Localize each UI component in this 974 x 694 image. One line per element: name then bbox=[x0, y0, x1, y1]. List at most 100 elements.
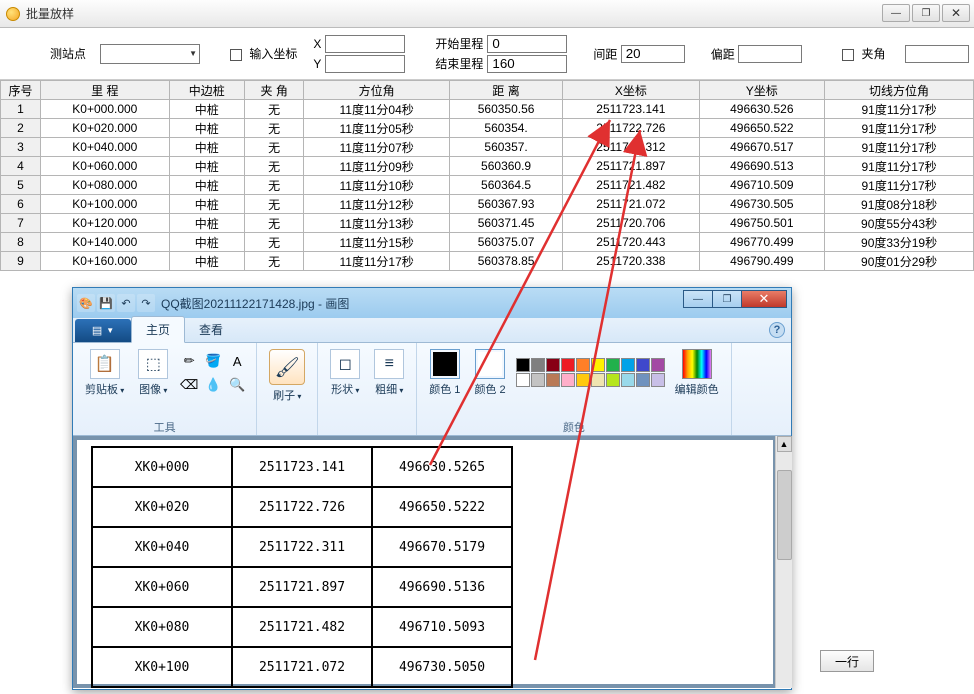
color-swatch[interactable] bbox=[621, 373, 635, 387]
color-swatch[interactable] bbox=[516, 373, 530, 387]
maximize-button[interactable]: ❐ bbox=[912, 4, 940, 22]
column-header[interactable]: 切线方位角 bbox=[825, 81, 974, 100]
cell: XK0+080 bbox=[92, 607, 232, 647]
paint-maximize-button[interactable]: ❐ bbox=[712, 290, 742, 308]
cell: 无 bbox=[244, 195, 303, 214]
file-menu[interactable]: ▤ bbox=[75, 319, 131, 342]
canvas[interactable]: XK0+0002511723.141496630.5265XK0+0202511… bbox=[77, 440, 773, 684]
color-swatch[interactable] bbox=[561, 358, 575, 372]
color-swatch[interactable] bbox=[546, 373, 560, 387]
color-swatch[interactable] bbox=[621, 358, 635, 372]
cell: 11度11分04秒 bbox=[304, 100, 450, 119]
text-icon[interactable]: A bbox=[226, 350, 248, 372]
color-swatch[interactable] bbox=[636, 373, 650, 387]
color-swatch[interactable] bbox=[531, 373, 545, 387]
input-coord-checkbox[interactable] bbox=[230, 49, 242, 61]
include-angle-checkbox[interactable] bbox=[842, 49, 854, 61]
table-row[interactable]: 5K0+080.000中桩无11度11分10秒560364.52511721.4… bbox=[1, 176, 974, 195]
color-swatch[interactable] bbox=[531, 358, 545, 372]
color-swatch[interactable] bbox=[591, 358, 605, 372]
redo-icon[interactable]: ↷ bbox=[137, 294, 155, 312]
select-icon: ⬚ bbox=[138, 349, 168, 379]
spacing-input[interactable] bbox=[621, 45, 685, 63]
eraser-icon[interactable]: ⌫ bbox=[178, 374, 200, 396]
paint-minimize-button[interactable]: — bbox=[683, 290, 713, 308]
help-icon[interactable]: ? bbox=[769, 322, 785, 338]
color-swatch[interactable] bbox=[516, 358, 530, 372]
column-header[interactable]: 方位角 bbox=[304, 81, 450, 100]
paint-window: 🎨 💾 ↶ ↷ QQ截图20211122171428.jpg - 画图 — ❐ … bbox=[72, 287, 792, 690]
cell: 无 bbox=[244, 138, 303, 157]
one-row-button[interactable]: 一行 bbox=[820, 650, 874, 672]
scroll-up-icon[interactable]: ▲ bbox=[777, 436, 792, 452]
clipboard-button[interactable]: 📋 剪贴板 bbox=[81, 347, 128, 399]
cell: 中桩 bbox=[169, 252, 244, 271]
column-header[interactable]: 夹 角 bbox=[244, 81, 303, 100]
fill-icon[interactable]: 🪣 bbox=[202, 350, 224, 372]
table-row[interactable]: 8K0+140.000中桩无11度11分15秒560375.072511720.… bbox=[1, 233, 974, 252]
paint-vertical-scrollbar[interactable]: ▲ bbox=[775, 436, 792, 688]
cell: 8 bbox=[1, 233, 41, 252]
image-button[interactable]: ⬚ 图像 bbox=[134, 347, 172, 399]
close-button[interactable]: ✕ bbox=[942, 4, 970, 22]
tab-home[interactable]: 主页 bbox=[131, 316, 185, 343]
paint-app-icon: 🎨 bbox=[77, 294, 95, 312]
color-swatch[interactable] bbox=[561, 373, 575, 387]
color-swatch[interactable] bbox=[606, 373, 620, 387]
table-row[interactable]: 1K0+000.000中桩无11度11分04秒560350.562511723.… bbox=[1, 100, 974, 119]
color-swatch[interactable] bbox=[576, 373, 590, 387]
minimize-button[interactable]: — bbox=[882, 4, 910, 22]
save-icon[interactable]: 💾 bbox=[97, 294, 115, 312]
thickness-button[interactable]: ≡ 粗细 bbox=[370, 347, 408, 399]
color-swatch[interactable] bbox=[576, 358, 590, 372]
include-angle-input[interactable] bbox=[905, 45, 969, 63]
column-header[interactable]: 中边桩 bbox=[169, 81, 244, 100]
cell: 560375.07 bbox=[449, 233, 562, 252]
picker-icon[interactable]: 💧 bbox=[202, 374, 224, 396]
cell: 496730.5050 bbox=[372, 647, 512, 687]
scroll-thumb[interactable] bbox=[777, 470, 792, 560]
end-mileage-input[interactable] bbox=[487, 55, 567, 73]
pencil-icon[interactable]: ✏ bbox=[178, 350, 200, 372]
cell: 496790.499 bbox=[699, 252, 825, 271]
shapes-button[interactable]: ◻ 形状 bbox=[326, 347, 364, 399]
cell: 无 bbox=[244, 233, 303, 252]
edit-colors-button[interactable]: 编辑颜色 bbox=[671, 347, 723, 399]
color-swatch[interactable] bbox=[636, 358, 650, 372]
offset-input[interactable] bbox=[738, 45, 802, 63]
y-input[interactable] bbox=[325, 55, 405, 73]
table-row[interactable]: 3K0+040.000中桩无11度11分07秒560357.2511722.31… bbox=[1, 138, 974, 157]
file-menu-icon: ▤ bbox=[92, 324, 102, 337]
undo-icon[interactable]: ↶ bbox=[117, 294, 135, 312]
paint-close-button[interactable]: ✕ bbox=[741, 290, 787, 308]
color2-button[interactable]: 颜色 2 bbox=[470, 347, 509, 399]
column-header[interactable]: 距 离 bbox=[449, 81, 562, 100]
x-input[interactable] bbox=[325, 35, 405, 53]
brush-button[interactable]: 🖌 刷子 bbox=[265, 347, 309, 405]
color-swatch[interactable] bbox=[651, 373, 665, 387]
column-header[interactable]: 序号 bbox=[1, 81, 41, 100]
color1-button[interactable]: 颜色 1 bbox=[425, 347, 464, 399]
column-header[interactable]: Y坐标 bbox=[699, 81, 825, 100]
start-mileage-input[interactable] bbox=[487, 35, 567, 53]
column-header[interactable]: 里 程 bbox=[41, 81, 170, 100]
station-dropdown[interactable] bbox=[100, 44, 200, 64]
cell: 560360.9 bbox=[449, 157, 562, 176]
color-swatch[interactable] bbox=[546, 358, 560, 372]
color-swatch[interactable] bbox=[606, 358, 620, 372]
tab-view[interactable]: 查看 bbox=[185, 317, 237, 342]
zoom-icon[interactable]: 🔍 bbox=[226, 374, 248, 396]
cell: 中桩 bbox=[169, 100, 244, 119]
column-header[interactable]: X坐标 bbox=[563, 81, 699, 100]
cell: 中桩 bbox=[169, 157, 244, 176]
parameter-bar: 测站点 输入坐标 X Y 开始里程 结束里程 bbox=[0, 28, 974, 80]
cell: 7 bbox=[1, 214, 41, 233]
color-swatch[interactable] bbox=[591, 373, 605, 387]
table-row[interactable]: 4K0+060.000中桩无11度11分09秒560360.92511721.8… bbox=[1, 157, 974, 176]
table-row[interactable]: 9K0+160.000中桩无11度11分17秒560378.852511720.… bbox=[1, 252, 974, 271]
color-swatch[interactable] bbox=[651, 358, 665, 372]
table-row[interactable]: 2K0+020.000中桩无11度11分05秒560354.2511722.72… bbox=[1, 119, 974, 138]
table-row[interactable]: 6K0+100.000中桩无11度11分12秒560367.932511721.… bbox=[1, 195, 974, 214]
table-row[interactable]: 7K0+120.000中桩无11度11分13秒560371.452511720.… bbox=[1, 214, 974, 233]
cell: XK0+100 bbox=[92, 647, 232, 687]
